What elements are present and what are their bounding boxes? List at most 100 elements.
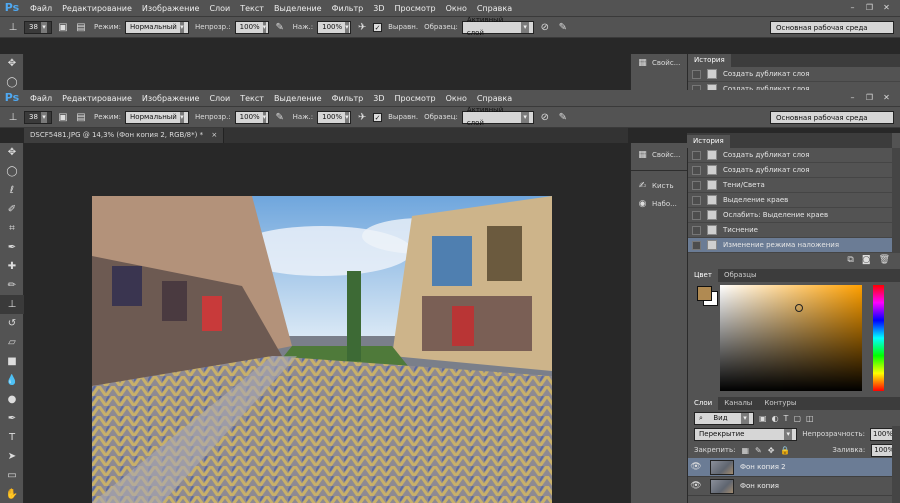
move-tool-icon[interactable]: ✥ xyxy=(0,54,24,73)
menu-item[interactable]: Справка xyxy=(477,4,512,13)
move-tool-icon[interactable]: ✥ xyxy=(0,143,24,162)
menu-3d[interactable]: 3D xyxy=(373,94,384,103)
tab-history-back[interactable]: История xyxy=(688,54,731,67)
hand-tool-icon[interactable]: ✋ xyxy=(0,485,24,503)
snapshot-icon[interactable]: ◙ xyxy=(862,255,871,265)
brush-size-picker[interactable]: 38 ▾ xyxy=(24,110,52,124)
lock-all-icon[interactable]: 🔒 xyxy=(780,446,790,455)
restore-button[interactable]: ❐ xyxy=(864,92,875,103)
menu-image[interactable]: Изображение xyxy=(142,94,200,103)
history-row[interactable]: Ослабить: Выделение краев xyxy=(688,208,900,223)
menu-item[interactable]: 3D xyxy=(373,4,384,13)
pressure-opacity-icon[interactable]: ✎ xyxy=(273,20,287,34)
dodge-tool-icon[interactable]: ● xyxy=(0,390,24,409)
eraser-tool-icon[interactable]: ▱ xyxy=(0,333,24,352)
clone-source-icon[interactable]: ▤ xyxy=(74,110,88,124)
rectangle-tool-icon[interactable]: ▭ xyxy=(0,466,24,485)
close-tab-icon[interactable]: × xyxy=(211,131,217,139)
history-row[interactable]: Тиснение xyxy=(688,223,900,238)
menu-item[interactable]: Просмотр xyxy=(395,4,436,13)
tab-channels[interactable]: Каналы xyxy=(718,397,758,410)
airbrush-icon[interactable]: ✈ xyxy=(355,20,369,34)
menu-edit[interactable]: Редактирование xyxy=(62,94,132,103)
document-tab[interactable]: DSCF5481.JPG @ 14,3% (Фон копия 2, RGB/8… xyxy=(24,128,225,143)
brush-panel-button[interactable]: ✍ Кисть xyxy=(631,177,687,195)
color-field[interactable] xyxy=(720,285,862,391)
flow-field[interactable]: 100% ▾ xyxy=(317,20,352,34)
lock-transparency-icon[interactable]: ▦ xyxy=(741,446,749,455)
ignore-adjustment-icon[interactable]: ⊘ xyxy=(538,110,552,124)
pressure-size-icon[interactable]: ✎ xyxy=(556,110,570,124)
tab-paths[interactable]: Контуры xyxy=(758,397,802,410)
history-row[interactable]: Создать дубликат слоя xyxy=(688,163,900,178)
pressure-size-icon[interactable]: ✎ xyxy=(556,20,570,34)
menu-select[interactable]: Выделение xyxy=(274,94,322,103)
lock-pixels-icon[interactable]: ✎ xyxy=(755,446,762,455)
menu-item[interactable]: Редактирование xyxy=(62,4,132,13)
opacity-field[interactable]: 100% ▾ xyxy=(234,20,269,34)
menu-type[interactable]: Текст xyxy=(240,94,264,103)
layer-row[interactable]: 👁 Фон копия xyxy=(688,477,900,496)
menu-item[interactable]: Выделение xyxy=(274,4,322,13)
blend-mode-select[interactable]: Перекрытие ▾ xyxy=(694,427,798,441)
visibility-eye-icon[interactable]: 👁 xyxy=(688,481,704,491)
pen-tool-icon[interactable]: ✒ xyxy=(0,409,24,428)
aligned-checkbox[interactable]: ✓ xyxy=(373,22,383,32)
brush-tool-icon[interactable]: ✏ xyxy=(0,276,24,295)
menu-item[interactable]: Слои xyxy=(209,4,230,13)
color-picker-marker[interactable] xyxy=(795,304,803,312)
document-image[interactable] xyxy=(92,196,552,503)
tab-color[interactable]: Цвет xyxy=(688,269,718,282)
menu-window[interactable]: Окно xyxy=(446,94,467,103)
brush-size-picker[interactable]: 38 ▾ xyxy=(24,20,52,34)
smart-object-filter-icon[interactable]: ◫ xyxy=(806,414,814,423)
workspace-select[interactable]: Основная рабочая среда xyxy=(770,111,894,124)
opacity-field[interactable]: 100% ▾ xyxy=(234,110,269,124)
menu-item[interactable]: Текст xyxy=(240,4,264,13)
quick-select-tool-icon[interactable]: ✐ xyxy=(0,200,24,219)
pixel-filter-icon[interactable]: ▣ xyxy=(759,414,767,423)
history-scrollbar[interactable] xyxy=(892,148,900,253)
menu-layer[interactable]: Слои xyxy=(209,94,230,103)
new-document-from-state-icon[interactable]: ⧉ xyxy=(847,255,853,265)
gradient-tool-icon[interactable]: ■ xyxy=(0,352,24,371)
brush-panel-icon[interactable]: ▣ xyxy=(56,20,70,34)
history-row[interactable]: Создать дубликат слоя xyxy=(688,67,900,82)
healing-brush-tool-icon[interactable]: ✚ xyxy=(0,257,24,276)
menu-item[interactable]: Окно xyxy=(446,4,467,13)
properties-panel-button[interactable]: ▦ Свойс... xyxy=(631,54,687,72)
clone-stamp-icon[interactable]: ⊥ xyxy=(6,20,20,34)
marquee-tool-icon[interactable]: ◯ xyxy=(0,162,24,181)
clone-stamp-icon[interactable]: ⊥ xyxy=(6,110,20,124)
history-row[interactable]: Создать дубликат слоя xyxy=(688,148,900,163)
lasso-tool-icon[interactable]: ℓ xyxy=(0,181,24,200)
history-brush-tool-icon[interactable]: ↺ xyxy=(0,314,24,333)
clone-source-icon[interactable]: ▤ xyxy=(74,20,88,34)
pressure-opacity-icon[interactable]: ✎ xyxy=(273,110,287,124)
menu-item[interactable]: Фильтр xyxy=(332,4,364,13)
layer-row-selected[interactable]: 👁 Фон копия 2 xyxy=(688,458,900,477)
lock-position-icon[interactable]: ✥ xyxy=(768,446,775,455)
restore-button[interactable]: ❐ xyxy=(864,2,875,13)
history-row[interactable]: Выделение краев xyxy=(688,193,900,208)
brush-presets-button[interactable]: ◉ Набо... xyxy=(631,195,687,213)
trash-icon[interactable]: 🗑 xyxy=(879,255,890,265)
menu-filter[interactable]: Фильтр xyxy=(332,94,364,103)
adjustment-filter-icon[interactable]: ◐ xyxy=(772,414,779,423)
properties-panel-button[interactable]: ▦ Свойс... xyxy=(631,146,687,164)
eyedropper-tool-icon[interactable]: ✒ xyxy=(0,238,24,257)
menu-item[interactable]: Файл xyxy=(30,4,52,13)
blur-tool-icon[interactable]: 💧 xyxy=(0,371,24,390)
airbrush-icon[interactable]: ✈ xyxy=(355,110,369,124)
layers-scrollbar[interactable] xyxy=(892,426,900,503)
flow-field[interactable]: 100% ▾ xyxy=(317,110,352,124)
sample-select[interactable]: Активный слой ▾ xyxy=(461,16,534,37)
clone-stamp-tool-icon[interactable]: ⊥ xyxy=(0,295,24,314)
type-tool-icon[interactable]: T xyxy=(0,428,24,447)
path-select-tool-icon[interactable]: ➤ xyxy=(0,447,24,466)
mode-select[interactable]: Нормальный ▾ xyxy=(125,20,190,34)
menu-view[interactable]: Просмотр xyxy=(395,94,436,103)
close-button[interactable]: ✕ xyxy=(881,92,892,103)
aligned-checkbox[interactable]: ✓ xyxy=(373,112,383,122)
menu-file[interactable]: Файл xyxy=(30,94,52,103)
